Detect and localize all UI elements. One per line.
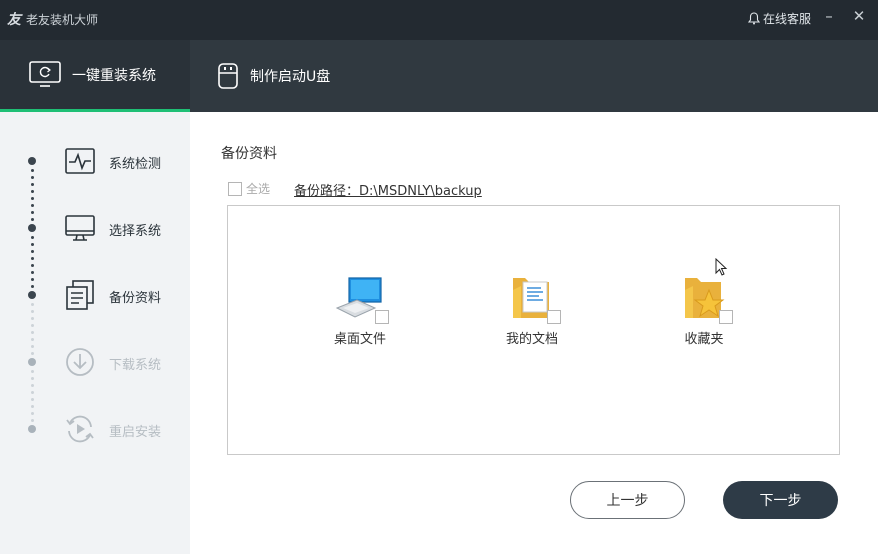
item-checkbox[interactable] <box>375 310 389 324</box>
track-dot <box>31 250 34 253</box>
track-dot <box>31 197 34 200</box>
close-button[interactable]: ✕ <box>850 7 868 25</box>
backup-path-link[interactable]: 备份路径：D:\MSDNLY\backup <box>294 180 482 199</box>
title-bar: 友 老友装机大师 在线客服 – ✕ <box>0 0 878 40</box>
next-step-button[interactable]: 下一步 <box>723 481 838 519</box>
backup-items-panel: 桌面文件 我的文档 收藏夹 <box>227 205 840 455</box>
mouse-cursor-icon <box>715 258 728 276</box>
step-dot <box>28 157 36 165</box>
track-dot <box>31 317 34 320</box>
track-dot <box>31 345 34 348</box>
main-tab-bar: 一键重装系统 制作启动U盘 <box>0 40 878 112</box>
previous-step-button[interactable]: 上一步 <box>570 481 685 519</box>
tab-make-usb[interactable]: 制作启动U盘 <box>204 40 384 112</box>
backup-item-desktop[interactable]: 桌面文件 <box>310 272 410 347</box>
item-label: 桌面文件 <box>333 332 386 347</box>
track-dot <box>31 338 34 341</box>
track-dot <box>31 324 34 327</box>
track-dot <box>31 331 34 334</box>
track-dot <box>31 285 34 288</box>
section-title: 备份资料 <box>221 146 277 162</box>
track-dot <box>31 278 34 281</box>
tab-one-click-reinstall[interactable]: 一键重装系统 <box>0 40 190 112</box>
track-dot <box>31 398 34 401</box>
item-checkbox[interactable] <box>547 310 561 324</box>
track-dot <box>31 377 34 380</box>
favorites-folder-icon <box>679 272 733 324</box>
bell-icon <box>748 12 760 25</box>
track-dot <box>31 257 34 260</box>
track-dot <box>31 352 34 355</box>
item-label: 收藏夹 <box>684 332 724 347</box>
tab-label: 制作启动U盘 <box>250 69 331 85</box>
track-dot <box>31 310 34 313</box>
step-dot <box>28 425 36 433</box>
tab-label: 一键重装系统 <box>72 67 156 84</box>
step-label: 选择系统 <box>109 224 162 239</box>
track-dot <box>31 204 34 207</box>
checkbox-box[interactable] <box>228 181 242 196</box>
select-all-checkbox[interactable]: 全选 <box>228 180 270 197</box>
track-dot <box>31 218 34 221</box>
backup-item-documents[interactable]: 我的文档 <box>482 272 582 347</box>
step-dot <box>28 291 36 299</box>
step-label: 备份资料 <box>109 291 162 306</box>
track-dot <box>31 303 34 306</box>
track-dot <box>31 405 34 408</box>
select-all-label: 全选 <box>246 182 271 196</box>
track-dot <box>31 271 34 274</box>
track-dot <box>31 243 34 246</box>
online-service-button[interactable]: 在线客服 <box>748 10 811 27</box>
step-label: 重启安装 <box>109 425 162 440</box>
document-copy-icon <box>66 280 94 310</box>
backup-item-favorites[interactable]: 收藏夹 <box>654 272 754 347</box>
track-dot <box>31 183 34 186</box>
track-dot <box>31 412 34 415</box>
download-circle-icon <box>66 348 94 376</box>
online-service-label: 在线客服 <box>763 12 812 26</box>
documents-folder-icon <box>507 272 561 324</box>
step-label: 系统检测 <box>109 157 162 172</box>
step-dot <box>28 224 36 232</box>
track-dot <box>31 169 34 172</box>
step-sidebar: 系统检测 选择系统 备份资料 下载系统 重启安装 <box>0 112 190 554</box>
monitor-icon <box>65 215 95 241</box>
restart-icon <box>66 415 94 443</box>
item-label: 我的文档 <box>505 332 558 347</box>
track-dot <box>31 264 34 267</box>
item-checkbox[interactable] <box>719 310 733 324</box>
track-dot <box>31 236 34 239</box>
app-logo: 友 <box>7 12 21 28</box>
minimize-button[interactable]: – <box>820 7 838 25</box>
monitor-refresh-icon <box>29 60 61 87</box>
app-title: 老友装机大师 <box>26 13 99 27</box>
step-label: 下载系统 <box>109 358 162 373</box>
track-dot <box>31 384 34 387</box>
desktop-computer-icon <box>335 272 389 324</box>
track-dot <box>31 419 34 422</box>
track-dot <box>31 190 34 193</box>
track-dot <box>31 211 34 214</box>
pulse-monitor-icon <box>65 148 95 174</box>
usb-drive-icon <box>218 63 238 89</box>
track-dot <box>31 176 34 179</box>
step-dot <box>28 358 36 366</box>
track-dot <box>31 370 34 373</box>
track-dot <box>31 391 34 394</box>
